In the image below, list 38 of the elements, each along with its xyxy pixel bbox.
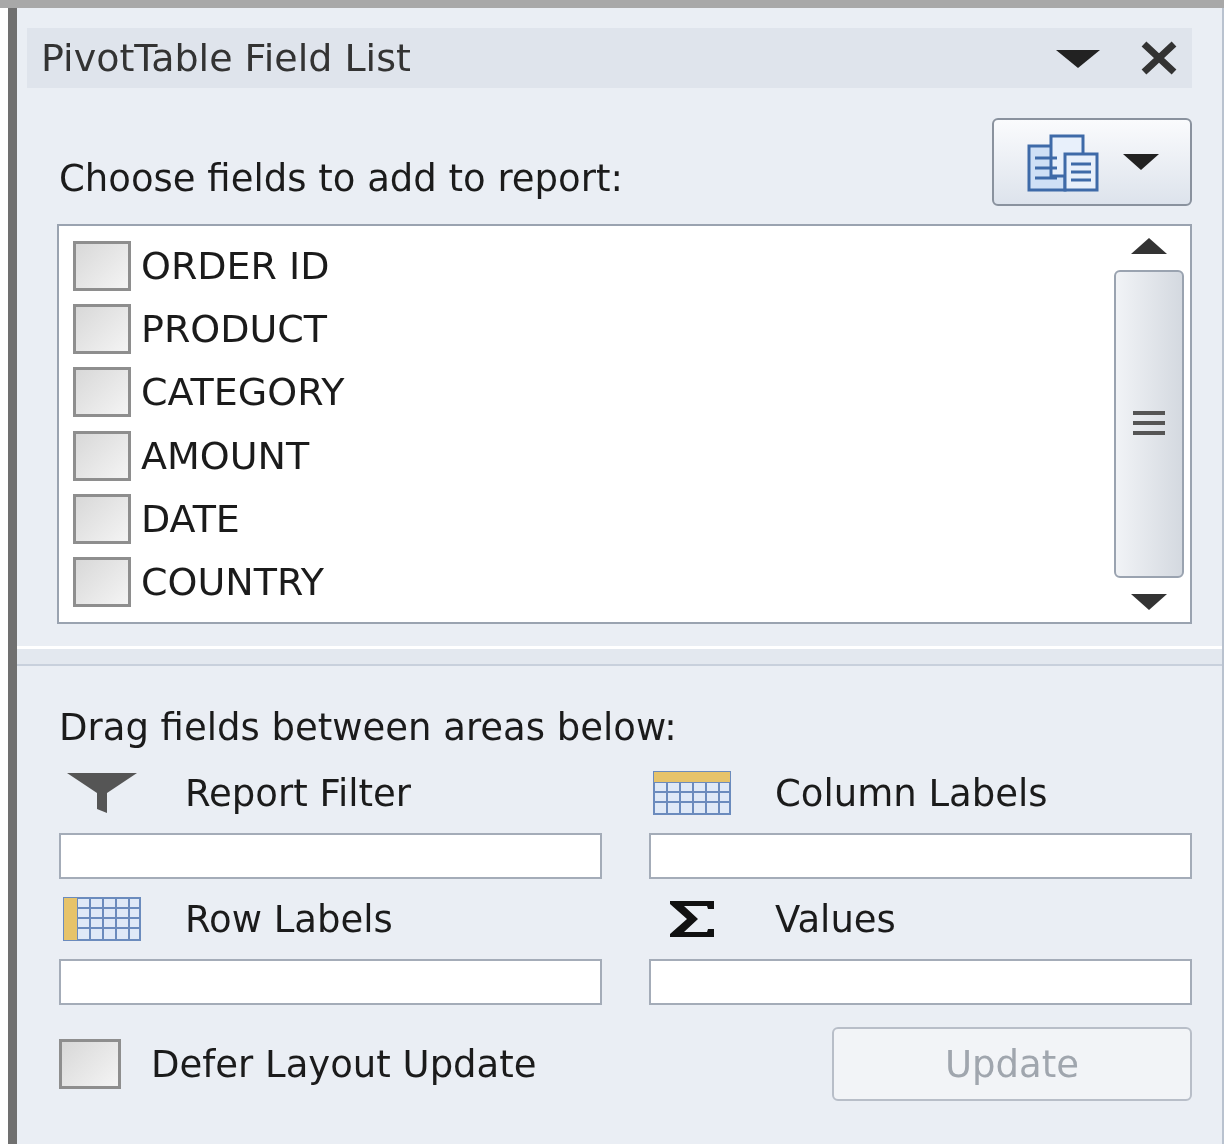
checkbox[interactable] xyxy=(73,304,131,354)
layout-icon xyxy=(1025,132,1101,192)
drop-area-field[interactable] xyxy=(649,833,1192,879)
area-label: Row Labels xyxy=(185,897,393,941)
scroll-down-icon[interactable] xyxy=(1131,594,1167,612)
drag-fields-label: Drag fields between areas below: xyxy=(58,706,678,749)
drop-area-field[interactable] xyxy=(59,833,602,879)
panel-title: PivotTable Field List xyxy=(41,36,411,80)
area-label: Values xyxy=(775,897,896,941)
drop-area-field[interactable] xyxy=(649,959,1192,1005)
dropdown-icon[interactable] xyxy=(1056,48,1100,68)
field-item[interactable]: ORDER ID xyxy=(73,234,1094,298)
grid-icon xyxy=(63,897,141,941)
field-item[interactable]: PRODUCT xyxy=(73,297,1094,361)
drop-area-field[interactable] xyxy=(59,959,602,1005)
field-item[interactable]: DATE xyxy=(73,487,1094,551)
field-item[interactable]: CATEGORY xyxy=(73,360,1094,424)
choose-fields-label: Choose fields to add to report: xyxy=(59,157,623,200)
layout-button[interactable] xyxy=(992,118,1192,206)
scroll-up-icon[interactable] xyxy=(1131,236,1167,254)
defer-layout-label: Defer Layout Update xyxy=(151,1042,537,1086)
checkbox[interactable] xyxy=(73,430,131,481)
checkbox[interactable] xyxy=(73,493,131,544)
scrollbar-thumb[interactable] xyxy=(1114,270,1184,578)
close-icon[interactable] xyxy=(1140,41,1178,75)
caret-icon xyxy=(1123,154,1159,170)
filter-icon xyxy=(65,771,139,815)
checkbox[interactable] xyxy=(73,557,131,608)
checkbox[interactable] xyxy=(73,240,131,291)
checkbox[interactable] xyxy=(59,1039,121,1089)
field-item[interactable]: COUNTRY xyxy=(73,550,1094,614)
checkbox[interactable] xyxy=(73,367,131,418)
area-label: Column Labels xyxy=(775,771,1048,815)
grid-icon xyxy=(653,771,731,815)
splitter-bar[interactable] xyxy=(17,646,1222,666)
area-label: Report Filter xyxy=(185,771,412,815)
sigma-icon xyxy=(668,899,716,939)
field-item[interactable]: AMOUNT xyxy=(73,424,1094,488)
